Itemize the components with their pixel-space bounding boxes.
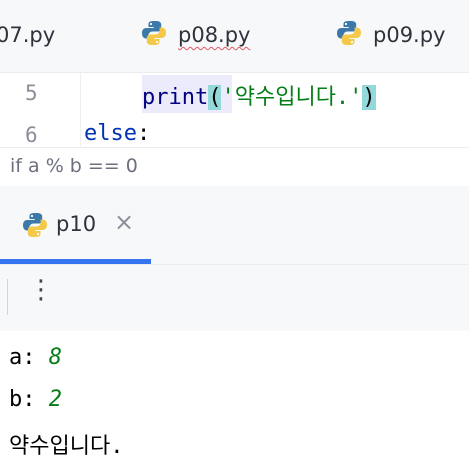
console-output[interactable]: a: 8 b: 2 약수입니다. bbox=[0, 331, 469, 476]
console-value: 2 bbox=[48, 387, 62, 412]
python-file-icon bbox=[140, 19, 168, 52]
code-line-5: print('약수입니다.') bbox=[142, 79, 376, 111]
code-function-name: print bbox=[142, 85, 209, 110]
breadcrumb-text: if a % b == 0 bbox=[10, 155, 138, 177]
console-label: b: bbox=[9, 387, 49, 412]
editor-tab-label: p09.py bbox=[373, 23, 446, 47]
line-number: 6 bbox=[25, 123, 38, 146]
run-tool-window-header: p10 × bbox=[0, 186, 469, 264]
line-number-gutter bbox=[0, 73, 81, 146]
run-toolbar: ⋮ bbox=[0, 264, 469, 332]
editor-tab-bar: 07.py p08.py p09.py bbox=[0, 0, 469, 73]
console-line: b: 2 bbox=[9, 387, 62, 412]
editor-tab-p09[interactable]: p09.py bbox=[335, 18, 446, 52]
toolbar-separator bbox=[7, 279, 8, 315]
editor-tab-p08[interactable]: p08.py bbox=[140, 18, 251, 52]
run-tab-p10[interactable]: p10 × bbox=[0, 186, 151, 264]
run-tab-label: p10 bbox=[56, 212, 97, 236]
line-number: 5 bbox=[25, 81, 38, 105]
more-options-icon[interactable]: ⋮ bbox=[28, 277, 54, 303]
console-line: a: 8 bbox=[9, 345, 62, 370]
editor-tab-label: p08.py bbox=[178, 23, 251, 47]
code-string: '약수입니다.' bbox=[221, 85, 363, 110]
console-line: 약수입니다. bbox=[9, 428, 123, 460]
code-line-6: else: bbox=[84, 121, 150, 146]
close-icon[interactable]: × bbox=[114, 208, 134, 236]
console-label: 약수입니다. bbox=[9, 434, 124, 459]
paren-close: ) bbox=[362, 85, 376, 110]
editor-tab-p07[interactable]: 07.py bbox=[0, 18, 55, 52]
console-label: a: bbox=[9, 345, 49, 370]
code-editor[interactable]: 5 print('약수입니다.') 6 else: bbox=[0, 73, 469, 146]
paren-open: ( bbox=[208, 85, 222, 110]
editor-tab-label: 07.py bbox=[0, 23, 56, 47]
python-file-icon bbox=[335, 19, 363, 52]
python-run-icon bbox=[21, 211, 49, 243]
code-keyword: else bbox=[84, 121, 137, 146]
console-value: 8 bbox=[48, 345, 62, 370]
breadcrumb[interactable]: if a % b == 0 bbox=[0, 147, 469, 187]
code-colon: : bbox=[136, 121, 151, 146]
